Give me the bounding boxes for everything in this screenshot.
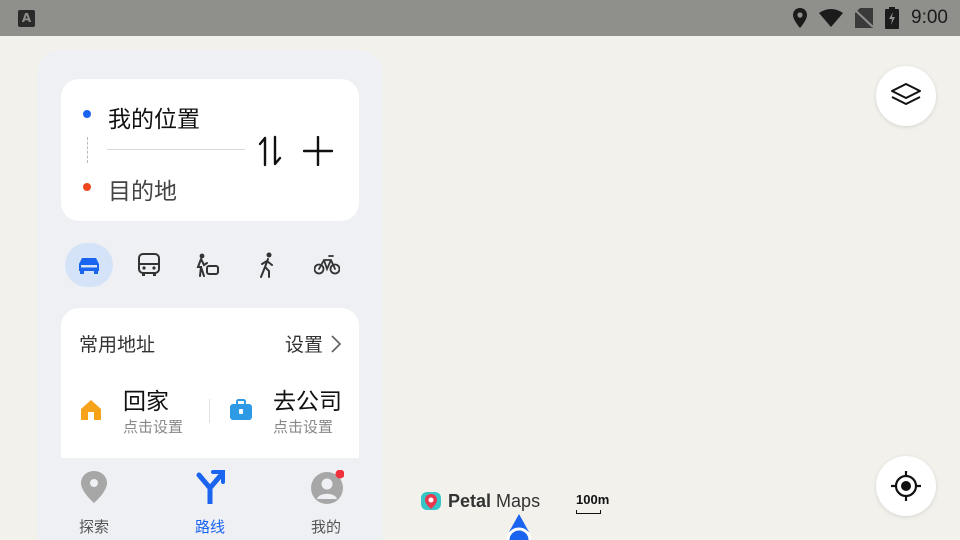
route-divider	[107, 149, 245, 150]
bike-icon	[314, 255, 340, 275]
origin-field[interactable]: 我的位置	[108, 100, 200, 134]
add-stop-icon[interactable]	[303, 136, 333, 166]
my-location-button[interactable]	[876, 456, 936, 516]
mode-bike[interactable]	[303, 243, 351, 287]
brand-light: Maps	[496, 490, 541, 511]
nav-mine[interactable]: 我的	[286, 466, 366, 536]
scale-bar	[576, 510, 601, 514]
transport-modes	[65, 243, 359, 287]
walk-icon	[260, 252, 273, 278]
route-input-card: 我的位置 目的地	[61, 79, 359, 221]
petal-maps-logo: Petal Maps	[420, 490, 540, 512]
frequent-addresses-card: 常用地址 设置 回家 点击设置 去公司 点击设置	[61, 308, 359, 458]
car-icon	[79, 258, 99, 274]
wifi-icon	[819, 9, 844, 27]
location-icon	[793, 8, 808, 28]
nav-route-label: 路线	[194, 518, 225, 536]
clock: 9:00	[911, 7, 948, 28]
nav-route[interactable]: 路线	[170, 466, 250, 536]
destination-field[interactable]: 目的地	[108, 172, 177, 206]
origin-dot	[83, 110, 91, 118]
layers-icon	[891, 83, 921, 105]
locate-icon	[891, 471, 921, 501]
map-layers-button[interactable]	[876, 66, 936, 126]
route-connector	[87, 137, 88, 163]
avatar-icon	[311, 470, 344, 504]
frequent-addresses-title: 常用地址	[79, 334, 156, 356]
notification-app-icon: A	[18, 10, 35, 27]
briefcase-icon	[230, 399, 252, 420]
taxi-icon	[196, 253, 219, 277]
brand-bold: Petal	[448, 490, 492, 511]
address-separator	[209, 399, 210, 423]
bus-icon	[138, 253, 160, 276]
status-bar: A 9:00	[0, 0, 960, 36]
status-icons: 9:00	[793, 0, 948, 36]
swap-icon[interactable]	[257, 135, 283, 167]
petal-maps-icon	[421, 492, 441, 510]
mode-bus[interactable]	[125, 243, 173, 287]
work-sub: 点击设置	[273, 418, 334, 436]
scale-label: 100m	[576, 492, 610, 507]
map-canvas[interactable]	[384, 36, 960, 540]
mode-walk[interactable]	[243, 243, 291, 287]
home-shortcut[interactable]: 回家 点击设置	[61, 382, 209, 438]
mode-car[interactable]	[65, 243, 113, 287]
nav-explore[interactable]: 探索	[54, 466, 134, 536]
work-label: 去公司	[273, 389, 342, 415]
route-fork-icon	[196, 470, 225, 504]
battery-charging-icon	[885, 7, 900, 29]
nav-mine-label: 我的	[310, 518, 341, 536]
nav-explore-label: 探索	[78, 518, 109, 536]
home-sub: 点击设置	[123, 418, 184, 436]
destination-dot	[83, 183, 91, 191]
chevron-right-icon	[331, 334, 341, 353]
home-icon	[81, 400, 101, 420]
no-sim-icon	[855, 8, 874, 28]
home-label: 回家	[123, 389, 169, 415]
bottom-navigation: 探索 路线 我的	[37, 458, 383, 540]
mode-taxi[interactable]	[183, 243, 231, 287]
map-pin-icon	[81, 471, 107, 503]
route-panel: 我的位置 目的地 常用地址 设置 回家 点击设置 去公司 点击设置 探索 路线 …	[37, 50, 383, 540]
work-shortcut[interactable]: 去公司 点击设置	[211, 382, 359, 438]
current-location-marker	[506, 514, 532, 540]
frequent-settings-link[interactable]: 设置	[285, 330, 341, 357]
settings-label: 设置	[284, 334, 323, 356]
